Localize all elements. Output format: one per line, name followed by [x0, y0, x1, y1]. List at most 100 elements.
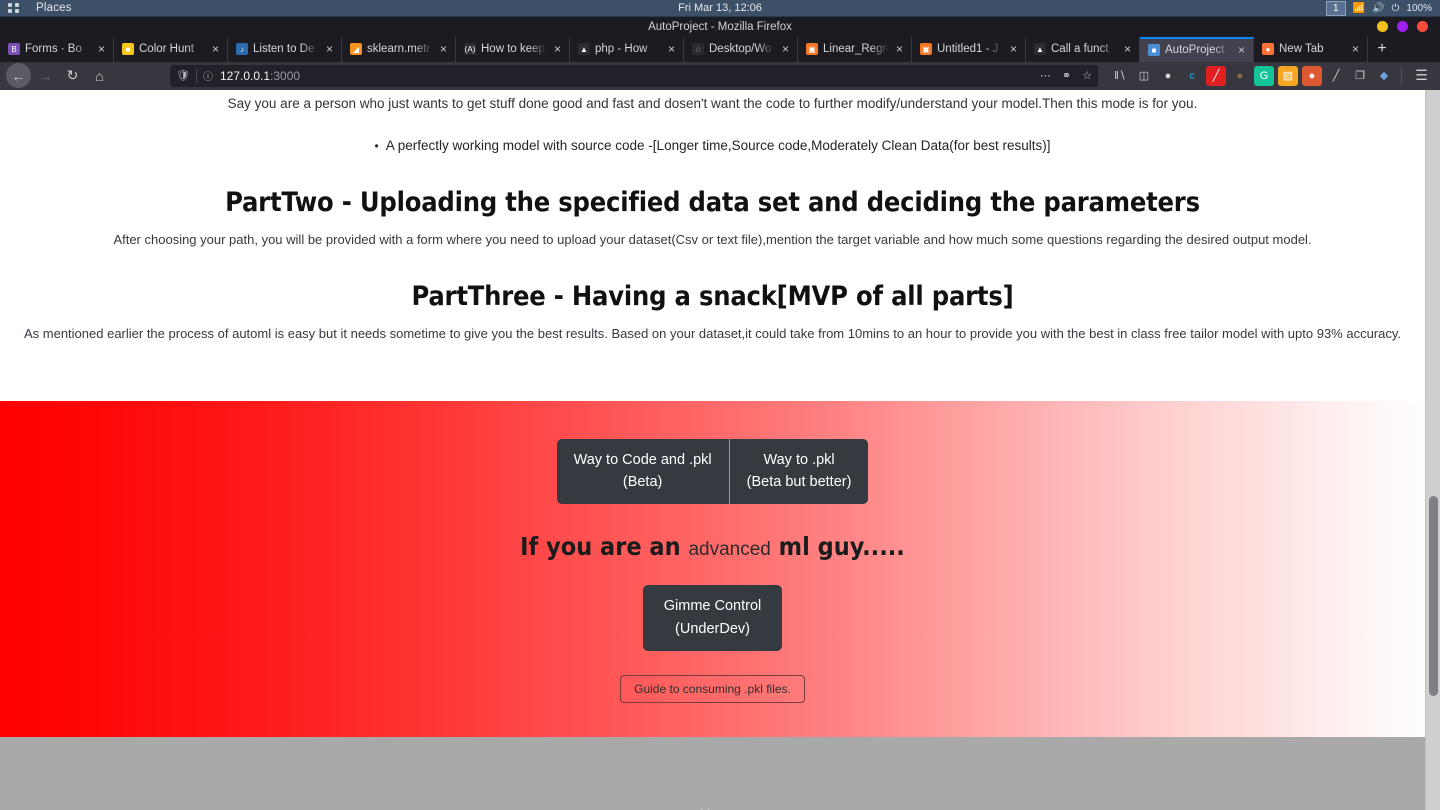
tab-title: Desktop/Wo [709, 43, 772, 56]
robot-extension-icon[interactable]: ◆ [1374, 66, 1394, 86]
navigation-toolbar: ← → ↻ ⌂ 🛡 ⓘ 127.0.0.1:3000 ⋯ ⚭ ☆ ‖∖ ◫ ● є ╱ ●… [0, 62, 1440, 90]
stackoverflow-icon: ▲ [578, 43, 590, 56]
browser-tab[interactable]: ♪ Listen to De × [228, 36, 342, 63]
tab-strip: B Forms · Bo × ■ Color Hunt × ♪ Listen to De × ◢ s… [0, 36, 1440, 63]
tab-close-icon[interactable]: × [779, 43, 792, 55]
workspace-indicator[interactable]: 1 [1326, 0, 1346, 16]
url-bar[interactable]: 🛡 ⓘ 127.0.0.1:3000 ⋯ ⚭ ☆ [170, 64, 1098, 87]
highlighter-icon[interactable]: ╱ [1326, 66, 1346, 86]
firefox-icon: ● [1262, 43, 1274, 56]
browser-viewport: Say you are a person who just wants to g… [0, 89, 1440, 810]
wifi-icon[interactable]: 📶 [1353, 3, 1365, 14]
reload-icon[interactable]: ↻ [60, 63, 85, 88]
tab-close-icon[interactable]: × [1349, 43, 1362, 55]
gimme-control-label-line2: (UnderDev) [675, 621, 750, 638]
guide-to-pkl-button[interactable]: Guide to consuming .pkl files. [620, 675, 805, 704]
browser-tab[interactable]: ■ Color Hunt × [114, 36, 228, 63]
urlbar-divider [195, 68, 197, 83]
browser-tab[interactable]: ◌ Desktop/Wo × [684, 36, 798, 63]
tab-title: Linear_Regre [823, 43, 890, 56]
gimme-control-button[interactable]: Gimme Control (UnderDev) [642, 584, 783, 652]
star-icon[interactable]: ☆ [1082, 69, 1092, 82]
sidebar-icon[interactable]: ◫ [1134, 66, 1154, 86]
way-to-code-and-pkl-button[interactable]: Way to Code and .pkl (Beta) [556, 439, 729, 504]
honey-extension-icon[interactable]: ▧ [1278, 65, 1298, 86]
forward-arrow-icon[interactable]: → [33, 63, 58, 88]
hamburger-menu-icon[interactable]: ☰ [1409, 63, 1434, 88]
tagline-emphasis: advanced [688, 538, 771, 560]
tab-close-icon[interactable]: × [209, 43, 222, 55]
tab-title: Untitled1 - J [937, 43, 999, 56]
pocket-icon[interactable]: ⚭ [1062, 69, 1071, 82]
extensions-area: ‖∖ ◫ ● є ╱ ● G ▧ ● ╱ ❐ ◆ [1106, 65, 1394, 86]
part-three-heading: PartThree - Having a snack[MVP of all pa… [411, 281, 1014, 312]
bullet-marker: • [374, 139, 379, 153]
duckduckgo-icon[interactable]: ● [1302, 65, 1322, 86]
close-button[interactable] [1417, 21, 1428, 33]
ghostery-icon[interactable]: є [1182, 66, 1202, 86]
tab-title: Forms · Bo [25, 43, 82, 56]
sklearn-icon: ◢ [350, 43, 362, 56]
info-icon[interactable]: ⓘ [203, 68, 213, 83]
way-to-code-and-pkl-label-line1: Way to Code and .pkl [573, 452, 712, 468]
monkey-extension-icon[interactable]: ● [1230, 66, 1250, 86]
part-two-text: After choosing your path, you will be pr… [113, 232, 1312, 247]
minimize-button[interactable] [1377, 21, 1388, 33]
tab-title: New Tab [1279, 43, 1324, 56]
gimme-control-wrapper: Gimme Control (UnderDev) [0, 584, 1425, 652]
browser-tab[interactable]: ◢ sklearn.metr × [342, 36, 456, 63]
vertical-scrollbar[interactable] [1425, 89, 1440, 810]
web-page: Say you are a person who just wants to g… [0, 89, 1425, 810]
stackoverflow-icon: ▲ [1034, 43, 1046, 56]
browser-tab[interactable]: ▲ Call a funct × [1026, 36, 1140, 63]
way-to-pkl-label-line2: (Beta but better) [746, 474, 852, 491]
home-icon[interactable]: ⌂ [87, 63, 112, 88]
account-icon[interactable]: ● [1158, 66, 1178, 86]
browser-tab[interactable]: ● New Tab × [1254, 36, 1368, 63]
tab-close-icon[interactable]: × [1235, 44, 1248, 56]
os-clock: Fri Mar 13, 12:06 [678, 2, 762, 14]
maximize-button[interactable] [1397, 21, 1408, 33]
browser-tab[interactable]: ▲ php - How × [570, 36, 684, 63]
browser-tab[interactable]: ▣ Untitled1 - J × [912, 36, 1026, 63]
tagline-part-one: If you are an [520, 531, 681, 561]
ellipsis-icon[interactable]: ⋯ [1040, 69, 1051, 82]
tab-close-icon[interactable]: × [323, 43, 336, 55]
browser-tab[interactable]: ■ AutoProject × [1140, 36, 1254, 63]
tab-close-icon[interactable]: × [95, 43, 108, 55]
grid-icon[interactable] [8, 3, 22, 13]
places-menu[interactable]: Places [36, 2, 72, 14]
way-to-pkl-button[interactable]: Way to .pkl (Beta but better) [729, 439, 869, 504]
battery-level-label: 100% [1406, 2, 1432, 14]
browser-tab[interactable]: ▣ Linear_Regre × [798, 36, 912, 63]
window-controls [1377, 21, 1440, 33]
grammarly-icon[interactable]: G [1254, 65, 1274, 86]
volume-icon[interactable]: 🔊 [1372, 3, 1384, 14]
part-two-heading: PartTwo - Uploading the specified data s… [225, 187, 1200, 218]
part-three-text: As mentioned earlier the process of auto… [23, 326, 1402, 341]
url-port: :3000 [270, 68, 301, 83]
tab-close-icon[interactable]: × [551, 43, 564, 55]
primary-button-group: Way to Code and .pkl (Beta) Way to .pkl … [0, 439, 1425, 504]
tab-title: AutoProject [1165, 44, 1225, 57]
browser-tab[interactable]: B Forms · Bo × [0, 36, 114, 63]
shield-icon[interactable]: 🛡 [176, 69, 190, 82]
os-top-panel: Places Fri Mar 13, 12:06 1 📶 🔊 ⏻ 100% [0, 0, 1440, 17]
tab-close-icon[interactable]: × [1007, 43, 1020, 55]
page-footer: © 2020 Shivam Verma. [0, 737, 1425, 810]
back-arrow-icon[interactable]: ← [6, 63, 31, 89]
tab-close-icon[interactable]: × [1121, 43, 1134, 55]
redpen-extension-icon[interactable]: ╱ [1206, 65, 1226, 86]
tab-close-icon[interactable]: × [665, 43, 678, 55]
browser-tab[interactable]: (A) How to keep × [456, 36, 570, 63]
tagline-part-two: ml guy..... [778, 531, 905, 561]
new-tab-button[interactable]: + [1368, 37, 1396, 63]
hero-tagline: If you are an advanced ml guy..... [0, 532, 1425, 561]
tab-close-icon[interactable]: × [893, 43, 906, 55]
library-icon[interactable]: ‖∖ [1110, 66, 1130, 86]
url-input[interactable]: 127.0.0.1:3000 [220, 69, 300, 83]
clipboard-icon[interactable]: ❐ [1350, 66, 1370, 86]
scrollbar-thumb[interactable] [1429, 495, 1438, 696]
battery-icon[interactable]: ⏻ [1392, 3, 1400, 14]
tab-close-icon[interactable]: × [437, 43, 450, 55]
